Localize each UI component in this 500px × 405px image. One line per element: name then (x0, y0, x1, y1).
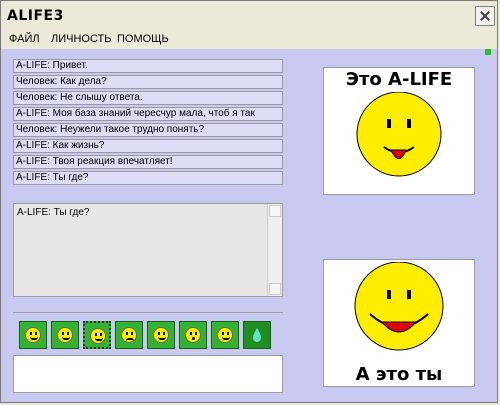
reply-text: A-LIFE: Ты где? (17, 207, 90, 218)
chat-line: Человек: Не слышу ответа. (13, 91, 283, 105)
smile-icon (25, 327, 41, 343)
user-image: А это ты (323, 259, 475, 387)
window-title: ALIFE3 (7, 8, 64, 24)
user-caption: А это ты (355, 364, 443, 385)
menu-help[interactable]: ПОМОЩЬ (117, 33, 169, 45)
chat-line: A-LIFE: Привет. (13, 59, 283, 73)
sad-icon (121, 327, 137, 343)
smiley-button-sad[interactable] (115, 321, 143, 349)
divider (13, 312, 283, 313)
grin-icon (90, 328, 106, 344)
chat-line: Человек: Неужели такое трудно понять? (13, 123, 283, 137)
smirk-icon (153, 327, 169, 343)
smile-icon (57, 327, 73, 343)
chat-line: Человек: Как дела? (13, 75, 283, 89)
tongue-icon (217, 327, 233, 343)
alife-caption: Это A-LIFE (345, 69, 453, 90)
drop-icon (253, 328, 261, 342)
smiley-button-drop[interactable] (243, 321, 271, 349)
smiley-button-smile[interactable] (19, 321, 47, 349)
reply-scrollbar[interactable] (267, 204, 282, 296)
chat-line: A-LIFE: Как жизнь? (13, 139, 283, 153)
chat-log: A-LIFE: Привет. Человек: Как дела? Челов… (13, 59, 283, 189)
surprised-icon (185, 327, 201, 343)
alife-smiley-icon (356, 92, 442, 177)
chat-line: A-LIFE: Ты где? (13, 171, 283, 185)
title-bar: ALIFE3 (1, 1, 497, 31)
smiley-button-surprised[interactable] (179, 321, 207, 349)
menu-bar: ФАЙЛ ЛИЧНОСТЬ ПОМОЩЬ (1, 31, 497, 49)
chat-line: A-LIFE: Твоя реакция впечатляет! (13, 155, 283, 169)
alife-image: Это A-LIFE (323, 67, 475, 195)
smiley-button-tongue[interactable] (211, 321, 239, 349)
scroll-up-icon[interactable] (269, 205, 281, 217)
user-smiley-icon (354, 262, 444, 351)
close-button[interactable] (475, 6, 495, 26)
scroll-down-icon[interactable] (269, 283, 281, 295)
smiley-button-happy[interactable] (51, 321, 79, 349)
menu-file[interactable]: ФАЙЛ (9, 33, 40, 45)
menu-personality[interactable]: ЛИЧНОСТЬ (51, 33, 111, 45)
chat-line: A-LIFE: Моя база знаний чересчур мала, ч… (13, 107, 283, 121)
message-input[interactable] (13, 355, 283, 393)
reply-display: A-LIFE: Ты где? (13, 203, 283, 297)
status-indicator (485, 49, 491, 55)
smiley-button-grin[interactable] (83, 321, 111, 349)
smiley-button-smirk[interactable] (147, 321, 175, 349)
app-window: ALIFE3 ФАЙЛ ЛИЧНОСТЬ ПОМОЩЬ A-LIFE: Прив… (0, 0, 498, 403)
